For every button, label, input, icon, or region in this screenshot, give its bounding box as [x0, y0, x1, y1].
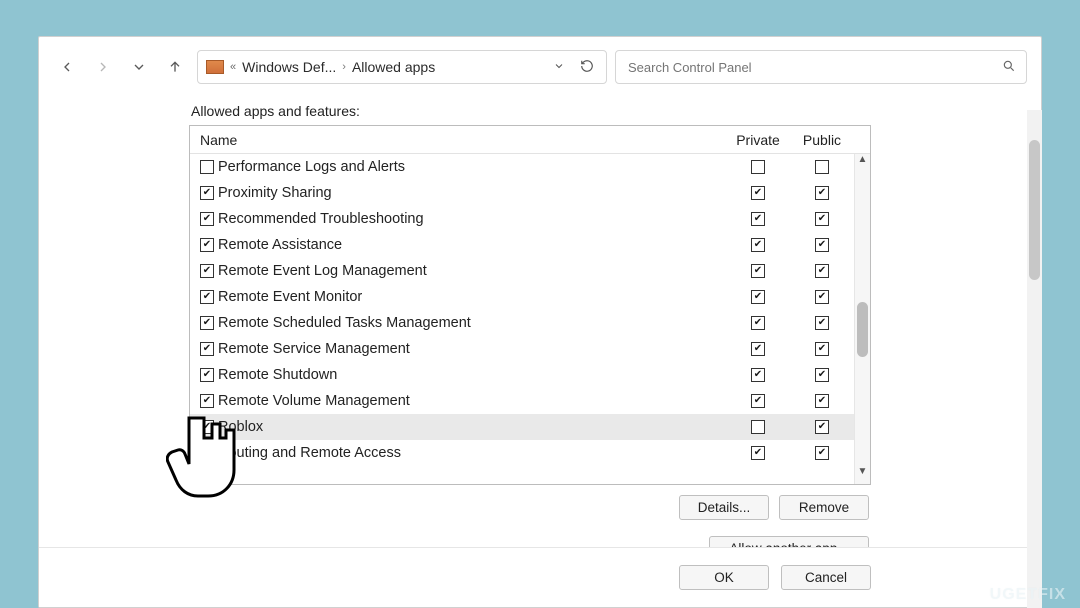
public-checkbox[interactable]: [815, 290, 829, 304]
cancel-button[interactable]: Cancel: [781, 565, 871, 590]
table-row[interactable]: Routing and Remote Access: [190, 440, 854, 466]
row-name: Remote Event Monitor: [218, 289, 726, 305]
table-row[interactable]: Remote Volume Management: [190, 388, 854, 414]
window-scroll-thumb[interactable]: [1029, 140, 1040, 280]
public-checkbox[interactable]: [815, 238, 829, 252]
table-row[interactable]: Proximity Sharing: [190, 180, 854, 206]
address-dropdown-icon[interactable]: [548, 60, 570, 75]
list-header: Name Private Public: [190, 126, 870, 154]
public-checkbox[interactable]: [815, 212, 829, 226]
search-input[interactable]: [626, 59, 1002, 76]
row-name: Remote Scheduled Tasks Management: [218, 315, 726, 331]
table-row[interactable]: Performance Logs and Alerts: [190, 154, 854, 180]
private-checkbox[interactable]: [751, 394, 765, 408]
table-row[interactable]: Remote Event Monitor: [190, 284, 854, 310]
scroll-thumb[interactable]: [857, 302, 868, 357]
column-name[interactable]: Name: [190, 132, 726, 148]
private-checkbox[interactable]: [751, 368, 765, 382]
public-checkbox[interactable]: [815, 368, 829, 382]
row-enable-checkbox[interactable]: [200, 394, 214, 408]
table-row[interactable]: Remote Scheduled Tasks Management: [190, 310, 854, 336]
row-name: Routing and Remote Access: [218, 445, 726, 461]
ok-button[interactable]: OK: [679, 565, 769, 590]
public-checkbox[interactable]: [815, 420, 829, 434]
list-scrollbar[interactable]: ▲ ▼: [854, 154, 870, 484]
breadcrumb-overflow-icon: «: [230, 61, 236, 73]
breadcrumb-separator-icon: ›: [342, 61, 346, 73]
row-enable-checkbox[interactable]: [200, 342, 214, 356]
back-button[interactable]: [53, 53, 81, 81]
table-row[interactable]: Remote Service Management: [190, 336, 854, 362]
row-enable-checkbox[interactable]: [200, 186, 214, 200]
scroll-down-icon[interactable]: ▼: [855, 466, 870, 484]
public-checkbox[interactable]: [815, 394, 829, 408]
row-enable-checkbox[interactable]: [200, 238, 214, 252]
row-name: Remote Service Management: [218, 341, 726, 357]
search-icon[interactable]: [1002, 59, 1016, 76]
private-checkbox[interactable]: [751, 316, 765, 330]
control-panel-window: « Windows Def... › Allowed apps Allowed …: [38, 36, 1042, 608]
apps-listbox: Name Private Public Performance Logs and…: [189, 125, 871, 485]
up-button[interactable]: [161, 53, 189, 81]
table-row[interactable]: Recommended Troubleshooting: [190, 206, 854, 232]
row-name: Remote Volume Management: [218, 393, 726, 409]
private-checkbox[interactable]: [751, 446, 765, 460]
navigation-toolbar: « Windows Def... › Allowed apps: [39, 37, 1041, 97]
public-checkbox[interactable]: [815, 446, 829, 460]
window-scrollbar[interactable]: [1027, 110, 1042, 608]
row-name: Recommended Troubleshooting: [218, 211, 726, 227]
private-checkbox[interactable]: [751, 160, 765, 174]
breadcrumb-parent[interactable]: Windows Def...: [242, 59, 336, 75]
remove-button[interactable]: Remove: [779, 495, 869, 520]
private-checkbox[interactable]: [751, 186, 765, 200]
search-box[interactable]: [615, 50, 1027, 84]
row-enable-checkbox[interactable]: [200, 368, 214, 382]
row-enable-checkbox[interactable]: [200, 316, 214, 330]
row-enable-checkbox[interactable]: [200, 420, 214, 434]
table-row[interactable]: Roblox: [190, 414, 854, 440]
row-name: Remote Shutdown: [218, 367, 726, 383]
row-enable-checkbox[interactable]: [200, 264, 214, 278]
table-row[interactable]: Remote Assistance: [190, 232, 854, 258]
section-label: Allowed apps and features:: [189, 97, 871, 125]
table-row[interactable]: Remote Shutdown: [190, 362, 854, 388]
public-checkbox[interactable]: [815, 160, 829, 174]
row-name: Remote Event Log Management: [218, 263, 726, 279]
rows-container: Performance Logs and Alerts Proximity Sha…: [190, 154, 854, 484]
public-checkbox[interactable]: [815, 316, 829, 330]
private-checkbox[interactable]: [751, 290, 765, 304]
refresh-icon[interactable]: [576, 59, 598, 76]
private-checkbox[interactable]: [751, 264, 765, 278]
row-name: Remote Assistance: [218, 237, 726, 253]
breadcrumb-current[interactable]: Allowed apps: [352, 59, 435, 75]
details-button[interactable]: Details...: [679, 495, 769, 520]
column-private[interactable]: Private: [726, 132, 790, 148]
public-checkbox[interactable]: [815, 186, 829, 200]
forward-button[interactable]: [89, 53, 117, 81]
private-checkbox[interactable]: [751, 342, 765, 356]
row-name: Proximity Sharing: [218, 185, 726, 201]
scroll-up-icon[interactable]: ▲: [855, 154, 870, 172]
dialog-footer: OK Cancel: [39, 547, 1041, 607]
row-name: Performance Logs and Alerts: [218, 159, 726, 175]
table-row[interactable]: Remote Event Log Management: [190, 258, 854, 284]
recent-dropdown[interactable]: [125, 53, 153, 81]
private-checkbox[interactable]: [751, 420, 765, 434]
row-enable-checkbox[interactable]: [200, 446, 214, 460]
public-checkbox[interactable]: [815, 264, 829, 278]
list-action-row: Details... Remove: [189, 485, 871, 520]
row-enable-checkbox[interactable]: [200, 212, 214, 226]
row-name: Roblox: [218, 419, 726, 435]
private-checkbox[interactable]: [751, 238, 765, 252]
public-checkbox[interactable]: [815, 342, 829, 356]
private-checkbox[interactable]: [751, 212, 765, 226]
address-bar[interactable]: « Windows Def... › Allowed apps: [197, 50, 607, 84]
column-public[interactable]: Public: [790, 132, 854, 148]
allowed-apps-frame: Allowed apps and features: Name Private …: [189, 97, 871, 577]
row-enable-checkbox[interactable]: [200, 290, 214, 304]
content-area: Allowed apps and features: Name Private …: [39, 97, 1041, 607]
row-enable-checkbox[interactable]: [200, 160, 214, 174]
watermark: UGETFIX: [990, 586, 1066, 604]
firewall-icon: [206, 60, 224, 74]
